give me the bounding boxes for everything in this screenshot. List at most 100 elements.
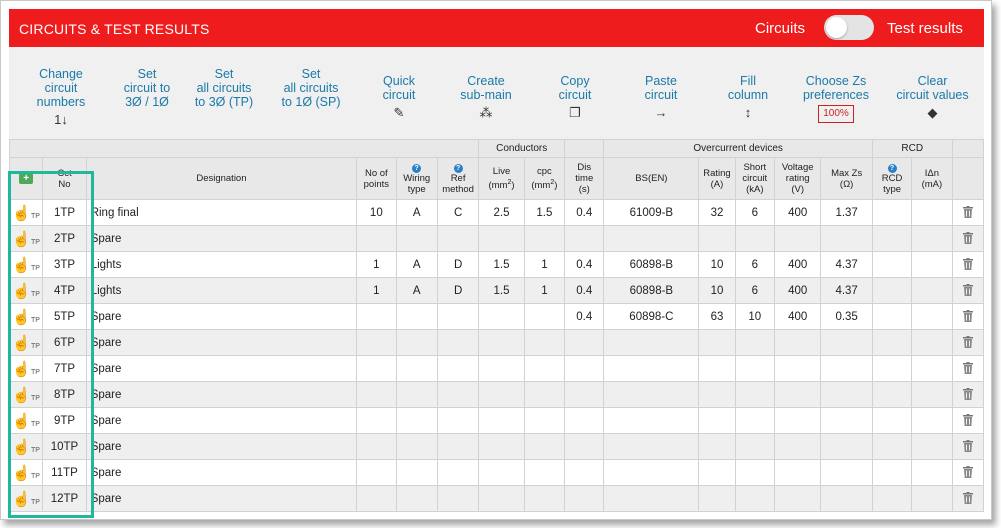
row-handle[interactable]: ☝TP xyxy=(8,355,44,382)
cct-no-cell[interactable]: 8TP xyxy=(42,381,87,408)
designation-cell[interactable]: Lights xyxy=(85,277,358,304)
idn-cell[interactable] xyxy=(911,381,953,408)
no-of-points-cell[interactable] xyxy=(356,355,397,382)
max-zs-cell[interactable] xyxy=(820,329,873,356)
max-zs-cell[interactable] xyxy=(820,355,873,382)
rcd-type-cell[interactable] xyxy=(871,459,913,486)
short-circuit-cell[interactable]: 10 xyxy=(734,303,775,330)
bs-en-cell[interactable]: 60898-B xyxy=(603,251,700,278)
voltage-rating-cell[interactable]: 400 xyxy=(773,303,822,330)
dis-time-cell[interactable]: 0.4 xyxy=(564,199,605,226)
set-all-circuits-sp-button[interactable]: Set all circuits to 1Ø (SP) xyxy=(267,67,355,109)
max-zs-cell[interactable] xyxy=(820,407,873,434)
delete-row-cell[interactable] xyxy=(951,251,985,278)
cpc-cell[interactable] xyxy=(523,225,566,252)
no-of-points-cell[interactable]: 10 xyxy=(356,199,397,226)
voltage-rating-cell[interactable] xyxy=(773,459,822,486)
ref-method-cell[interactable] xyxy=(436,485,480,512)
cpc-cell[interactable]: 1 xyxy=(523,277,566,304)
ref-method-cell[interactable] xyxy=(436,407,480,434)
dis-time-cell[interactable] xyxy=(564,329,605,356)
dis-time-cell[interactable] xyxy=(564,433,605,460)
trash-icon[interactable] xyxy=(962,388,973,401)
max-zs-cell[interactable]: 4.37 xyxy=(820,251,873,278)
ref-method-cell[interactable] xyxy=(436,433,480,460)
delete-row-cell[interactable] xyxy=(951,407,985,434)
rating-cell[interactable] xyxy=(698,459,736,486)
toggle-knob[interactable] xyxy=(826,17,847,38)
bs-en-cell[interactable] xyxy=(603,433,700,460)
cpc-cell[interactable] xyxy=(523,355,566,382)
live-cell[interactable]: 1.5 xyxy=(478,251,525,278)
idn-cell[interactable] xyxy=(911,407,953,434)
wiring-type-cell[interactable] xyxy=(395,355,438,382)
dis-time-cell[interactable]: 0.4 xyxy=(564,251,605,278)
delete-row-cell[interactable] xyxy=(951,277,985,304)
cct-no-cell[interactable]: 3TP xyxy=(42,251,87,278)
voltage-rating-cell[interactable] xyxy=(773,381,822,408)
voltage-rating-cell[interactable] xyxy=(773,433,822,460)
help-icon[interactable]: ? xyxy=(412,164,422,173)
designation-cell[interactable]: Lights xyxy=(85,251,358,278)
delete-row-cell[interactable] xyxy=(951,381,985,408)
choose-zs-preferences-button[interactable]: Choose Zs preferences 100% xyxy=(792,74,880,123)
row-handle[interactable]: ☝TP xyxy=(8,303,44,330)
live-cell[interactable] xyxy=(478,355,525,382)
wiring-type-cell[interactable] xyxy=(395,485,438,512)
delete-row-cell[interactable] xyxy=(951,329,985,356)
rcd-type-cell[interactable] xyxy=(871,277,913,304)
row-handle[interactable]: ☝TP xyxy=(8,459,44,486)
dis-time-cell[interactable] xyxy=(564,225,605,252)
rating-cell[interactable] xyxy=(698,433,736,460)
add-circuit-cell[interactable]: + xyxy=(8,157,44,200)
row-handle[interactable]: ☝TP xyxy=(8,485,44,512)
idn-cell[interactable] xyxy=(911,303,953,330)
designation-cell[interactable]: Spare xyxy=(85,407,358,434)
idn-cell[interactable] xyxy=(911,355,953,382)
short-circuit-cell[interactable] xyxy=(734,407,775,434)
dis-time-cell[interactable]: 0.4 xyxy=(564,303,605,330)
live-cell[interactable] xyxy=(478,407,525,434)
set-all-circuits-tp-button[interactable]: Set all circuits to 3Ø (TP) xyxy=(180,67,268,109)
cct-no-cell[interactable]: 9TP xyxy=(42,407,87,434)
max-zs-cell[interactable]: 0.35 xyxy=(820,303,873,330)
dis-time-cell[interactable] xyxy=(564,407,605,434)
cpc-cell[interactable] xyxy=(523,329,566,356)
rcd-type-cell[interactable] xyxy=(871,251,913,278)
live-cell[interactable] xyxy=(478,459,525,486)
trash-icon[interactable] xyxy=(962,284,973,297)
voltage-rating-cell[interactable]: 400 xyxy=(773,199,822,226)
rcd-type-cell[interactable] xyxy=(871,329,913,356)
trash-icon[interactable] xyxy=(962,414,973,427)
live-cell[interactable] xyxy=(478,303,525,330)
bs-en-cell[interactable] xyxy=(603,329,700,356)
rating-cell[interactable] xyxy=(698,355,736,382)
voltage-rating-cell[interactable] xyxy=(773,225,822,252)
hand-pointer-icon[interactable]: ☝ xyxy=(12,283,31,300)
delete-row-cell[interactable] xyxy=(951,355,985,382)
row-handle[interactable]: ☝TP xyxy=(8,225,44,252)
rcd-type-cell[interactable] xyxy=(871,407,913,434)
no-of-points-cell[interactable] xyxy=(356,433,397,460)
voltage-rating-cell[interactable]: 400 xyxy=(773,277,822,304)
hand-pointer-icon[interactable]: ☝ xyxy=(12,335,31,352)
delete-row-cell[interactable] xyxy=(951,199,985,226)
trash-icon[interactable] xyxy=(962,258,973,271)
hand-pointer-icon[interactable]: ☝ xyxy=(12,231,31,248)
short-circuit-cell[interactable] xyxy=(734,485,775,512)
hand-pointer-icon[interactable]: ☝ xyxy=(12,491,31,508)
hand-pointer-icon[interactable]: ☝ xyxy=(12,361,31,378)
cpc-cell[interactable]: 1.5 xyxy=(523,199,566,226)
idn-cell[interactable] xyxy=(911,199,953,226)
rcd-type-cell[interactable] xyxy=(871,381,913,408)
trash-icon[interactable] xyxy=(962,232,973,245)
circuits-test-results-toggle[interactable] xyxy=(824,15,874,40)
short-circuit-cell[interactable]: 6 xyxy=(734,251,775,278)
cpc-cell[interactable] xyxy=(523,485,566,512)
short-circuit-cell[interactable] xyxy=(734,433,775,460)
bs-en-cell[interactable]: 60898-C xyxy=(603,303,700,330)
clear-circuit-values-button[interactable]: Clear circuit values ◆ xyxy=(885,74,980,120)
bs-en-cell[interactable] xyxy=(603,355,700,382)
ref-method-cell[interactable] xyxy=(436,381,480,408)
live-cell[interactable] xyxy=(478,225,525,252)
